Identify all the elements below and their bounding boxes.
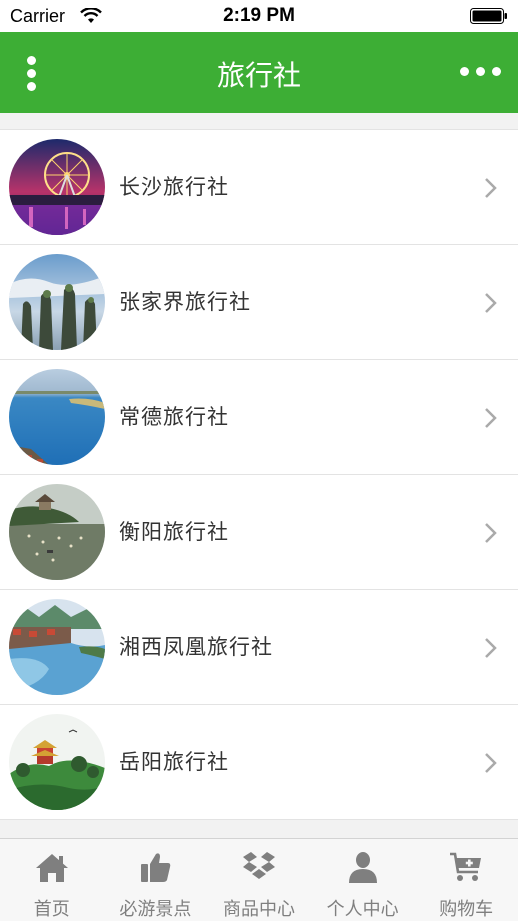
tab-label: 个人中心 bbox=[326, 899, 399, 920]
changde-thumbnail bbox=[9, 369, 105, 465]
more-icon[interactable] bbox=[458, 60, 502, 84]
home-icon bbox=[35, 854, 68, 882]
changsha-thumbnail bbox=[9, 139, 105, 235]
dropbox-icon bbox=[242, 852, 275, 879]
cart-plus-icon bbox=[450, 852, 482, 881]
fenghuang-thumbnail bbox=[9, 599, 105, 695]
tab-cart[interactable]: 购物车 bbox=[414, 839, 518, 921]
chevron-right-icon bbox=[485, 408, 497, 428]
agency-name: 衡阳旅行社 bbox=[119, 520, 229, 544]
tab-label: 必游景点 bbox=[119, 899, 192, 920]
list-item[interactable]: 衡阳旅行社 bbox=[0, 475, 518, 590]
battery-icon bbox=[470, 8, 507, 24]
chevron-right-icon bbox=[485, 753, 497, 773]
chevron-right-icon bbox=[485, 638, 497, 658]
status-time: 2:19 PM bbox=[223, 5, 295, 26]
tab-label: 购物车 bbox=[439, 899, 494, 920]
chevron-right-icon bbox=[485, 523, 497, 543]
agency-name: 湘西凤凰旅行社 bbox=[119, 635, 273, 659]
list-item[interactable]: 湘西凤凰旅行社 bbox=[0, 590, 518, 705]
agency-name: 岳阳旅行社 bbox=[119, 750, 229, 774]
list-item[interactable]: 长沙旅行社 bbox=[0, 130, 518, 245]
agency-name: 张家界旅行社 bbox=[119, 290, 251, 314]
tab-products[interactable]: 商品中心 bbox=[207, 839, 311, 921]
status-bar: Carrier 2:19 PM bbox=[0, 0, 518, 32]
thumbs-up-icon bbox=[141, 853, 171, 882]
tab-home[interactable]: 首页 bbox=[0, 839, 104, 921]
list-item[interactable]: 张家界旅行社 bbox=[0, 245, 518, 360]
user-icon bbox=[348, 852, 377, 883]
hengyang-thumbnail bbox=[9, 484, 105, 580]
tab-label: 商品中心 bbox=[222, 899, 295, 920]
agency-name: 常德旅行社 bbox=[119, 405, 229, 429]
nav-bar: 旅行社 bbox=[0, 32, 518, 113]
yueyang-thumbnail bbox=[9, 714, 105, 810]
tab-bar: 首页 必游景点 商品中心 个人中心 购物车 bbox=[0, 838, 518, 921]
chevron-right-icon bbox=[485, 293, 497, 313]
page-title: 旅行社 bbox=[216, 59, 301, 92]
tab-attractions[interactable]: 必游景点 bbox=[104, 839, 208, 921]
zhangjiajie-thumbnail bbox=[9, 254, 105, 350]
agency-list: 长沙旅行社 张家界旅行社 常德旅行社 衡阳旅行社 湘西凤凰旅行社 岳阳旅行社 bbox=[0, 129, 518, 820]
tab-profile[interactable]: 个人中心 bbox=[311, 839, 415, 921]
list-item[interactable]: 岳阳旅行社 bbox=[0, 705, 518, 819]
tab-label: 首页 bbox=[33, 899, 70, 920]
chevron-right-icon bbox=[485, 178, 497, 198]
list-item[interactable]: 常德旅行社 bbox=[0, 360, 518, 475]
agency-name: 长沙旅行社 bbox=[119, 175, 229, 199]
